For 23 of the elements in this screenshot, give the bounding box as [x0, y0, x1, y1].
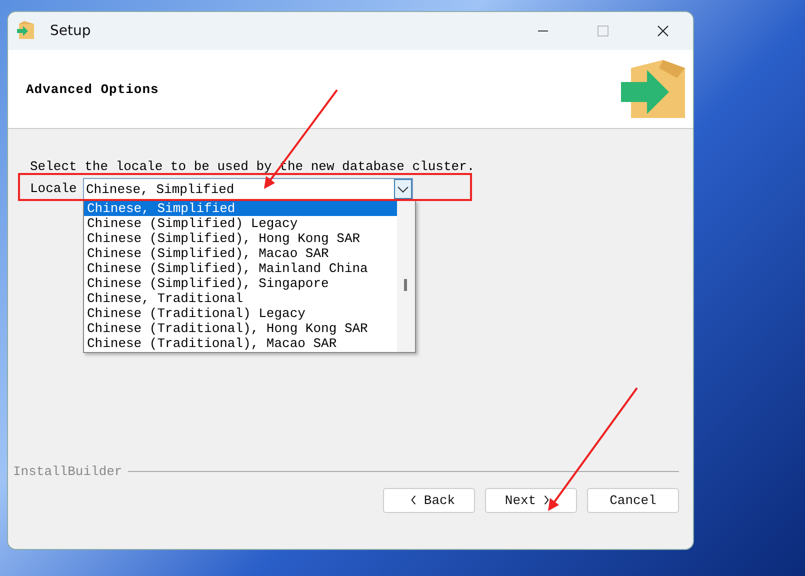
close-icon[interactable] — [657, 25, 669, 37]
scrollbar[interactable] — [397, 201, 415, 352]
next-button[interactable]: Next — [485, 488, 577, 513]
chevron-down-icon[interactable] — [394, 179, 412, 199]
dropdown-option[interactable]: Chinese, Simplified — [84, 201, 397, 216]
dropdown-option[interactable]: Chinese (Traditional), Macao SAR — [84, 336, 397, 351]
cancel-button[interactable]: Cancel — [587, 488, 679, 513]
dropdown-option[interactable]: Chinese (Simplified), Singapore — [84, 276, 397, 291]
dropdown-option[interactable]: Chinese (Simplified), Mainland China — [84, 261, 397, 276]
page-title: Advanced Options — [26, 82, 159, 96]
dropdown-option[interactable]: Chinese (Simplified), Macao SAR — [84, 246, 397, 261]
chevron-left-icon — [410, 495, 417, 505]
locale-label: Locale — [30, 180, 78, 198]
locale-dropdown[interactable]: Chinese, Simplified — [83, 178, 413, 200]
dropdown-option[interactable]: Chinese (Simplified) Legacy — [84, 216, 397, 231]
dropdown-option[interactable]: Chinese, Traditional — [84, 291, 397, 306]
dropdown-option[interactable]: Chinese (Traditional), Hong Kong SAR — [84, 321, 397, 336]
window-title: Setup — [50, 23, 91, 39]
brand-label: InstallBuilder — [13, 464, 122, 479]
dropdown-option[interactable]: Chinese (Simplified), Hong Kong SAR — [84, 231, 397, 246]
back-button[interactable]: Back — [383, 488, 475, 513]
dropdown-option[interactable]: Chinese (Traditional) Legacy — [84, 306, 397, 321]
chevron-right-icon — [543, 495, 550, 505]
